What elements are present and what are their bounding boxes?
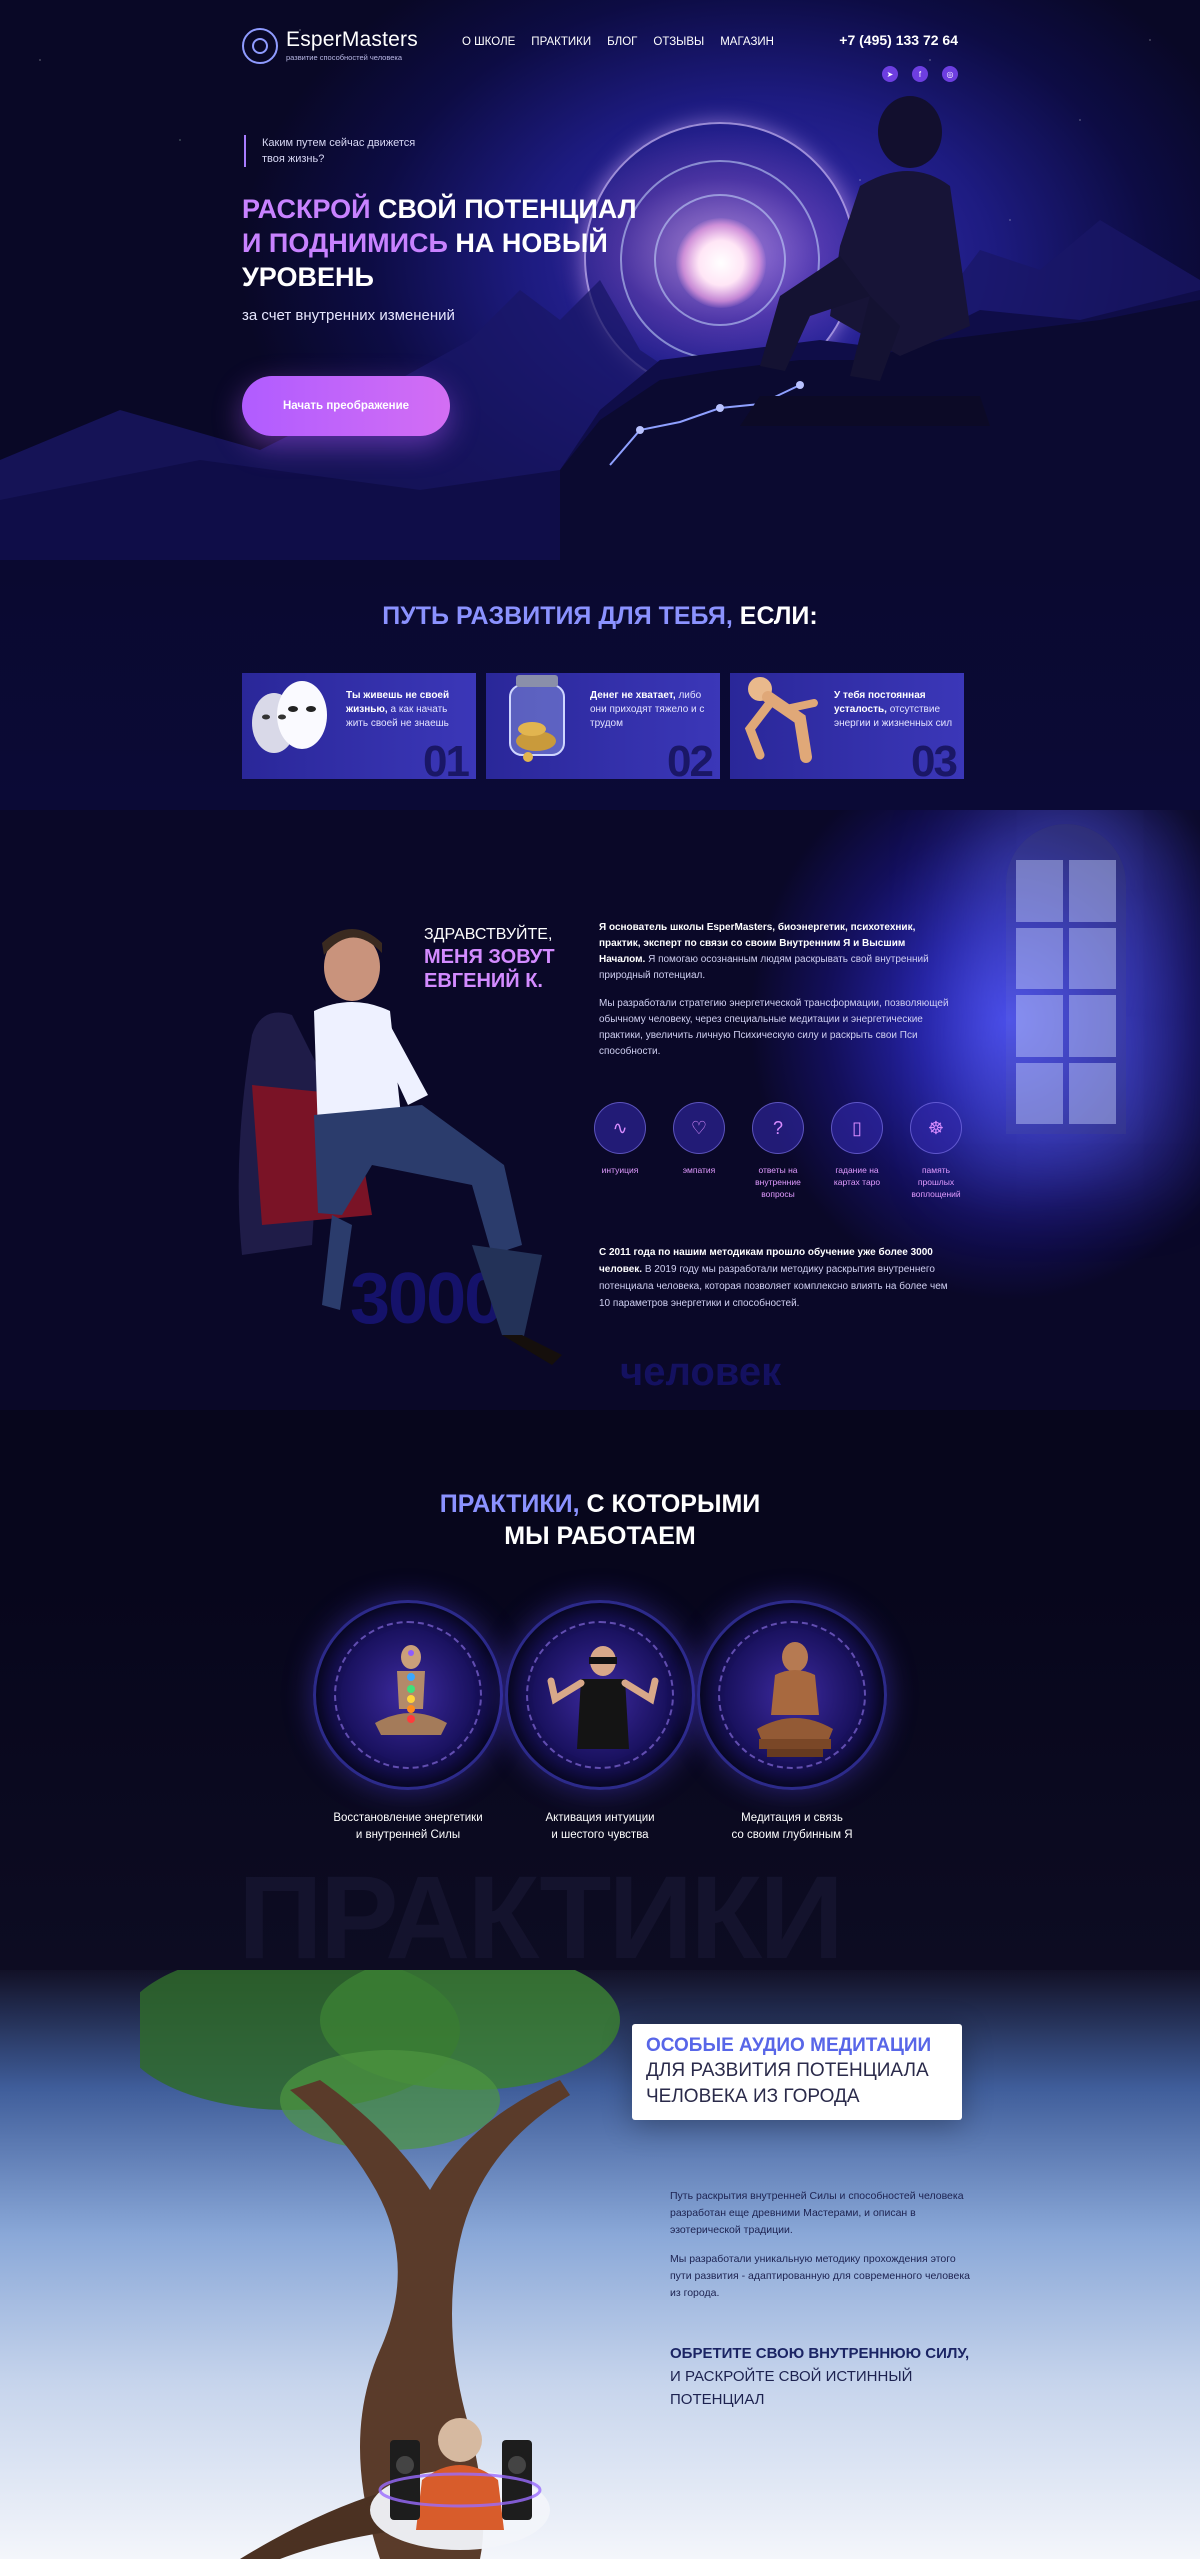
intuition-icon: ∿ [594,1102,646,1154]
ability-item: ☸ память прошлых воплощений [910,1102,962,1200]
hero-title-accent-1: РАСКРОЙ [242,194,371,224]
logo-eye-icon[interactable] [242,28,278,64]
ability-item: ? ответы на внутренние вопросы [752,1102,804,1200]
founder-bio: Я основатель школы EsperMasters, биоэнер… [599,920,953,1072]
practices-title-plain-2: МЫ РАБОТАЕМ [504,1522,696,1550]
nav-shop[interactable]: МАГАЗИН [720,36,774,48]
audio-paragraph-2: Мы разработали уникальную методику прохо… [670,2253,971,2299]
question-icon: ? [752,1102,804,1154]
audio-banner: ОСОБЫЕ АУДИО МЕДИТАЦИИ ДЛЯ РАЗВИТИЯ ПОТЕ… [632,2024,962,2120]
ability-label: интуиция [601,1165,639,1175]
social-links: ➤ f ◎ [882,66,958,82]
audio-banner-line-2: ДЛЯ РАЗВИТИЯ ПОТЕНЦИАЛА [646,2060,929,2081]
ability-item: ∿ интуиция [594,1102,646,1200]
name-line-2: ЕВГЕНИЙ К. [424,970,543,992]
practice-item[interactable]: Медитация и связь со своим глубинным Я [692,1600,892,1844]
hero-title-accent-2: И ПОДНИМИСЬ [242,228,448,258]
start-transformation-button[interactable]: Начать преображение [242,376,450,436]
tree-illustration [140,1970,620,2559]
practice-label-2: и внутренней Силы [355,1829,461,1841]
nav-practices[interactable]: ПРАКТИКИ [531,36,591,48]
man-on-cliff [740,96,990,426]
path-title-plain: ЕСЛИ: [739,602,818,630]
path-title-accent: ПУТЬ РАЗВИТИЯ ДЛЯ ТЕБЯ, [382,602,733,630]
practice-label-1: Восстановление энергетики [333,1812,483,1824]
wooden-figure-icon [744,677,818,763]
path-section: ПУТЬ РАЗВИТИЯ ДЛЯ ТЕБЯ, ЕСЛИ: Ты живешь … [0,560,1200,810]
audio-callout-bold: ОБРЕТИТЕ СВОЮ ВНУТРЕННЮЮ СИЛУ, [670,2345,970,2362]
hero-subtitle: за счет внутренних изменений [242,307,455,324]
stats-rest: В 2019 году мы разработали методику раск… [599,1264,948,1309]
founder-photo [238,929,562,1365]
founder-stats: С 2011 года по нашим методикам прошло об… [599,1244,959,1312]
bio-rest: Я помогаю осознанным людям раскрывать св… [599,954,929,981]
ability-item: ▯ гадание на картах таро [831,1102,883,1200]
past-lives-icon: ☸ [910,1102,962,1154]
coin-jar-icon [509,675,565,762]
ghost-word: человек [620,1350,782,1394]
audio-callout-plain: И РАСКРОЙТЕ СВОЙ ИСТИННЫЙ ПОТЕНЦИАЛ [670,2368,913,2408]
path-cards: Ты живешь не своей жизнью, а как начать … [242,673,964,779]
ability-item: ♡ эмпатия [673,1102,725,1200]
nav-reviews[interactable]: ОТЗЫВЫ [653,36,704,48]
founder-greeting: ЗДРАВСТВУЙТЕ, МЕНЯ ЗОВУТ ЕВГЕНИЙ К. [424,924,555,994]
practice-label-2: со своим глубинным Я [731,1829,853,1841]
founder-section: 3000 человек ЗДРАВСТВУЙТЕ, МЕНЯ ЗОВУТ ЕВ… [0,810,1200,1410]
path-card: У тебя постоянная усталость, отсутствие … [730,673,964,779]
practices-title: ПРАКТИКИ, С КОТОРЫМИ МЫ РАБОТАЕМ [0,1488,1200,1552]
ability-label: ответы на внутренние вопросы [755,1165,801,1199]
path-card: Денег не хватает, либо они приходят тяже… [486,673,720,779]
audio-description: Путь раскрытия внутренней Силы и способн… [670,2188,970,2314]
practice-label-1: Медитация и связь [741,1812,843,1824]
nav-blog[interactable]: БЛОГ [607,36,637,48]
path-title: ПУТЬ РАЗВИТИЯ ДЛЯ ТЕБЯ, ЕСЛИ: [0,602,1200,631]
glowing-window [1006,824,1126,1134]
chakra-meditation-icon [313,1600,503,1790]
bio-paragraph-2: Мы разработали стратегию энергетической … [599,998,949,1057]
instagram-icon[interactable]: ◎ [942,66,958,82]
practice-label-2: и шестого чувства [551,1829,649,1841]
practices-title-plain-1: С КОТОРЫМИ [586,1490,761,1518]
audio-banner-accent: ОСОБЫЕ АУДИО МЕДИТАЦИИ [646,2035,932,2056]
nav-about[interactable]: О ШКОЛЕ [462,36,515,48]
audio-callout: ОБРЕТИТЕ СВОЮ ВНУТРЕННЮЮ СИЛУ, И РАСКРОЙ… [670,2342,970,2411]
logo-name[interactable]: EsperMasters [286,28,418,52]
main-nav: О ШКОЛЕ ПРАКТИКИ БЛОГ ОТЗЫВЫ МАГАЗИН [462,36,774,48]
blindfold-intuition-icon [505,1600,695,1790]
ability-label: гадание на картах таро [833,1165,881,1187]
ability-label: память прошлых воплощений [911,1165,961,1199]
practices-title-accent: ПРАКТИКИ, [439,1490,580,1518]
masks-icon [252,681,327,753]
abilities-list: ∿ интуиция ♡ эмпатия ? ответы на внутрен… [594,1102,962,1200]
practice-item[interactable]: Восстановление энергетики и внутренней С… [308,1600,508,1844]
card-bold: Денег не хватает, [590,690,676,701]
logo-tagline: развитие способностей человека [286,53,403,62]
practice-label-1: Активация интуиции [545,1812,655,1824]
card-number: 03 [911,737,958,779]
hello-line: ЗДРАВСТВУЙТЕ, [424,926,553,943]
hero-title-plain-1: СВОЙ ПОТЕНЦИАЛ [378,194,637,224]
facebook-icon[interactable]: f [912,66,928,82]
practices-ghost-text: ПРАКТИКИ [238,1852,844,1970]
site-header: EsperMasters развитие способностей челов… [242,26,958,82]
hero-question: Каким путем сейчас движется твоя жизнь? [244,135,434,167]
card-number: 02 [667,737,714,779]
empathy-icon: ♡ [673,1102,725,1154]
audio-section: ОСОБЫЕ АУДИО МЕДИТАЦИИ ДЛЯ РАЗВИТИЯ ПОТЕ… [0,1970,1200,2559]
phone-number[interactable]: +7 (495) 133 72 64 [839,32,958,48]
hero-section: EsperMasters развитие способностей челов… [0,0,1200,560]
audio-paragraph-1: Путь раскрытия внутренней Силы и способн… [670,2190,964,2236]
hero-title: РАСКРОЙ СВОЙ ПОТЕНЦИАЛ И ПОДНИМИСЬ НА НО… [242,192,662,294]
audio-banner-line-3: ЧЕЛОВЕКА ИЗ ГОРОДА [646,2086,860,2107]
telegram-icon[interactable]: ➤ [882,66,898,82]
name-line-1: МЕНЯ ЗОВУТ [424,946,555,968]
ability-label: эмпатия [682,1165,716,1175]
tarot-icon: ▯ [831,1102,883,1154]
practice-item[interactable]: Активация интуиции и шестого чувства [500,1600,700,1844]
path-card: Ты живешь не своей жизнью, а как начать … [242,673,476,779]
card-number: 01 [423,737,470,779]
buddha-statue-icon [697,1600,887,1790]
practices-section: ПРАКТИКИ, С КОТОРЫМИ МЫ РАБОТАЕМ Восстан… [0,1410,1200,1970]
